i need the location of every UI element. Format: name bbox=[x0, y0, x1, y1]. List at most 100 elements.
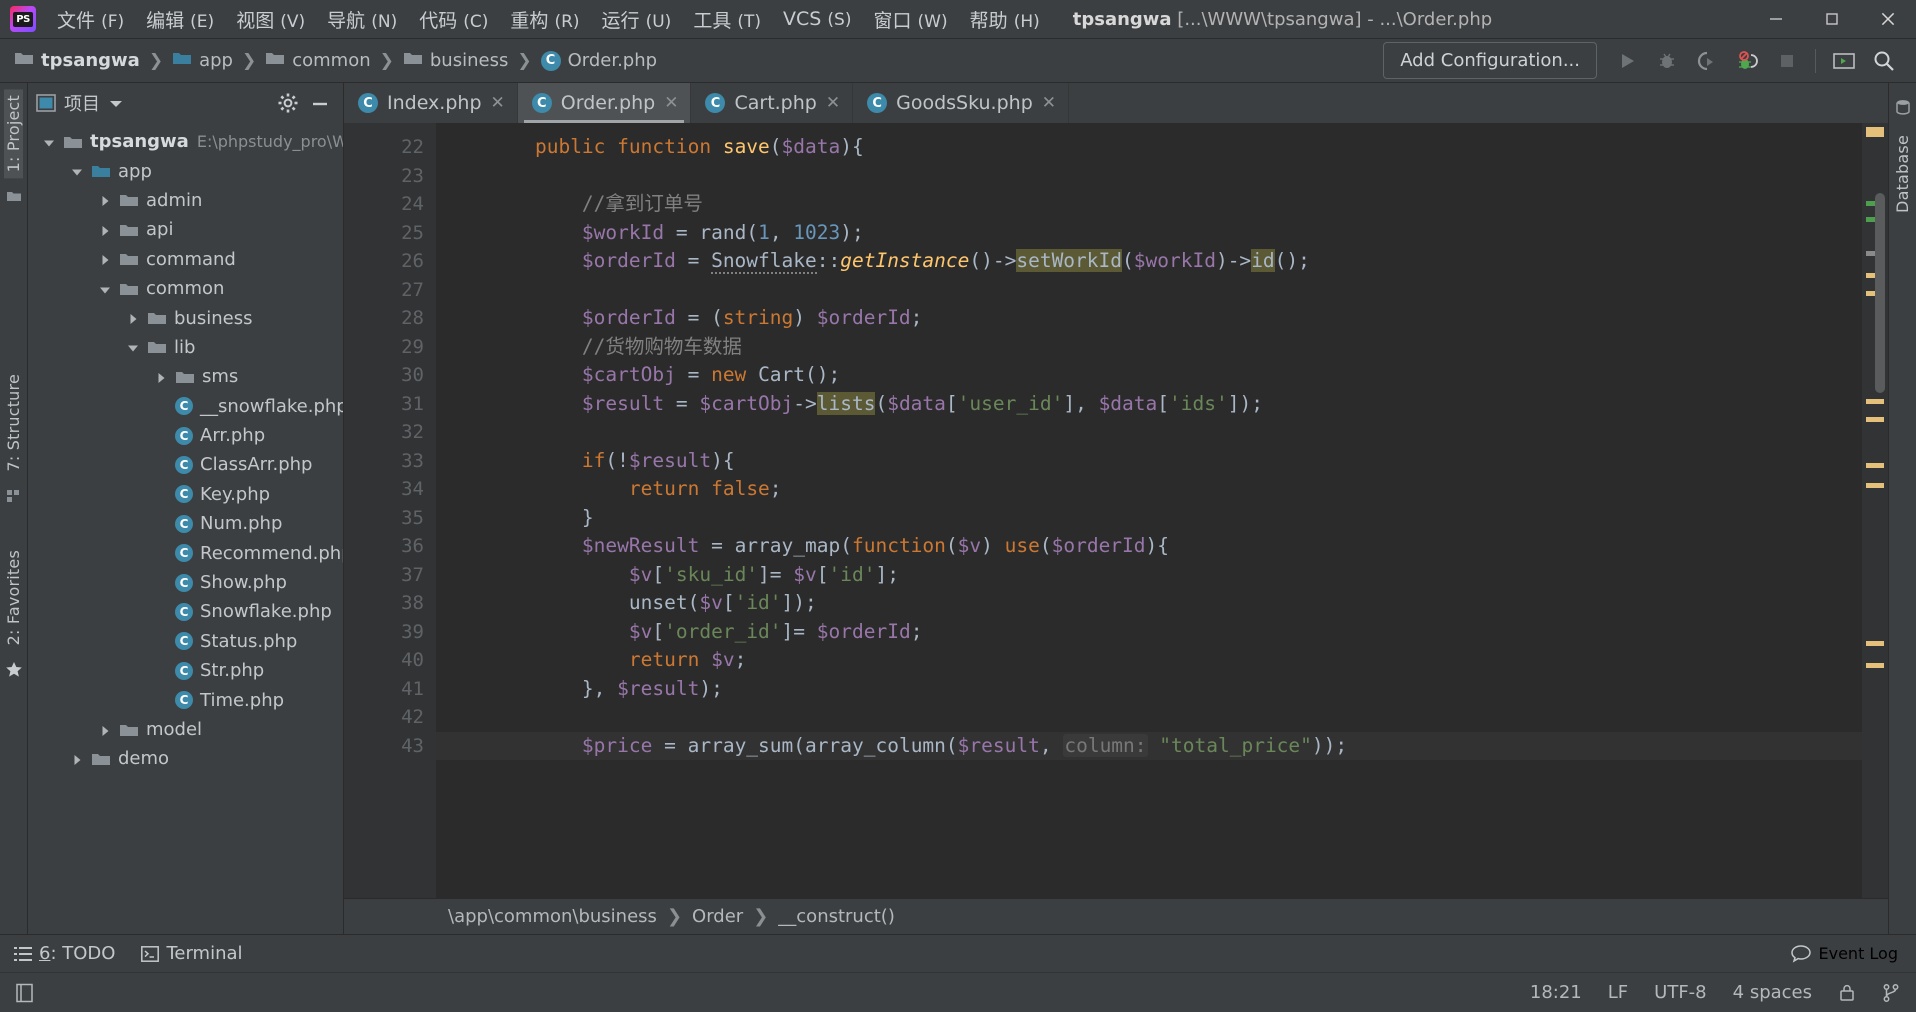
line-number-gutter[interactable]: 22 23 24 25 26 27 28 29 30 31 32 33 34 35 36 37 38 39 40 41… bbox=[344, 123, 464, 898]
menu-item-refactor[interactable]: 重构 (R) bbox=[499, 4, 590, 35]
tree-node-time-php[interactable]: C Time.php bbox=[28, 685, 343, 714]
menu-item-navigate[interactable]: 导航 (N) bbox=[316, 4, 408, 35]
code-line[interactable] bbox=[436, 162, 1862, 191]
chevron-down-icon[interactable] bbox=[70, 163, 86, 179]
code-line[interactable]: $orderId = Snowflake::getInstance()->set… bbox=[436, 247, 1862, 276]
tree-node-recommend-php[interactable]: C Recommend.php bbox=[28, 538, 343, 567]
menu-item-run[interactable]: 运行 (U) bbox=[591, 4, 683, 35]
debug-icon[interactable] bbox=[1647, 44, 1687, 78]
code-line[interactable]: $v['sku_id']= $v['id']; bbox=[436, 561, 1862, 590]
code-line[interactable]: if(!$result){ bbox=[436, 447, 1862, 476]
code-line[interactable] bbox=[436, 703, 1862, 732]
line-number[interactable]: 25 bbox=[344, 219, 436, 248]
marker-warning[interactable] bbox=[1866, 483, 1884, 488]
code-content[interactable]: public function save($data){ //拿到订单号 $wo… bbox=[436, 123, 1862, 898]
tree-node-str-php[interactable]: C Str.php bbox=[28, 656, 343, 685]
code-line[interactable]: $workId = rand(1, 1023); bbox=[436, 219, 1862, 248]
chevron-right-icon[interactable] bbox=[98, 251, 114, 267]
menu-item-file[interactable]: 文件 (F) bbox=[46, 4, 135, 35]
close-icon[interactable]: ✕ bbox=[826, 93, 840, 113]
chevron-down-icon[interactable] bbox=[109, 94, 123, 113]
tree-node-show-php[interactable]: C Show.php bbox=[28, 568, 343, 597]
code-line[interactable]: $price = array_sum(array_column($result,… bbox=[436, 731, 1862, 760]
tree-node-num-php[interactable]: C Num.php bbox=[28, 509, 343, 538]
status-indent[interactable]: 4 spaces bbox=[1733, 982, 1812, 1003]
run-icon[interactable] bbox=[1607, 44, 1647, 78]
line-number[interactable]: 27 bbox=[344, 276, 436, 305]
breadcrumb-item-common[interactable]: common bbox=[265, 50, 371, 71]
chevron-right-icon[interactable] bbox=[70, 751, 86, 767]
stop-icon[interactable] bbox=[1767, 44, 1807, 78]
git-branch-icon[interactable] bbox=[1882, 983, 1900, 1003]
line-number[interactable]: 28 bbox=[344, 304, 436, 333]
line-number[interactable]: 37 bbox=[344, 561, 436, 590]
status-encoding[interactable]: UTF-8 bbox=[1654, 982, 1706, 1003]
commit-icon[interactable] bbox=[6, 188, 22, 208]
maximize-icon[interactable] bbox=[1804, 0, 1860, 38]
chevron-down-icon[interactable] bbox=[126, 339, 142, 355]
chevron-down-icon[interactable] bbox=[42, 134, 58, 150]
tree-node-key-php[interactable]: C Key.php bbox=[28, 480, 343, 509]
terminal-window-icon[interactable] bbox=[1824, 44, 1864, 78]
sidebar-item-project[interactable]: 1: Project bbox=[4, 89, 23, 179]
line-number[interactable]: 40 bbox=[344, 646, 436, 675]
breadcrumb-item-order-php[interactable]: C Order.php bbox=[540, 50, 657, 71]
menu-item-code[interactable]: 代码 (C) bbox=[408, 4, 499, 35]
tree-node-arr-php[interactable]: C Arr.php bbox=[28, 421, 343, 450]
marker-warning[interactable] bbox=[1866, 663, 1884, 668]
line-number[interactable]: 39 bbox=[344, 618, 436, 647]
tree-node-api[interactable]: api bbox=[28, 215, 343, 244]
line-number[interactable]: 43 bbox=[344, 732, 436, 761]
line-number[interactable]: 24 bbox=[344, 190, 436, 219]
search-everywhere-icon[interactable] bbox=[1864, 44, 1904, 78]
database-panel-icon[interactable] bbox=[1895, 99, 1911, 119]
breadcrumb-item-tpsangwa[interactable]: tpsangwa bbox=[14, 50, 140, 71]
chevron-right-icon[interactable] bbox=[98, 222, 114, 238]
menu-item-window[interactable]: 窗口 (W) bbox=[862, 4, 958, 35]
tree-node-command[interactable]: command bbox=[28, 245, 343, 274]
add-configuration-button[interactable]: Add Configuration... bbox=[1383, 42, 1597, 79]
code-line[interactable]: return $v; bbox=[436, 646, 1862, 675]
marker-warning[interactable] bbox=[1866, 417, 1884, 422]
sidebar-item-structure[interactable]: 7: Structure bbox=[4, 368, 23, 478]
editor-tab-cart-php[interactable]: C Cart.php ✕ bbox=[691, 83, 854, 123]
breadcrumb-namespace[interactable]: \app\common\business bbox=[448, 906, 657, 927]
close-icon[interactable] bbox=[1860, 0, 1916, 38]
line-number[interactable]: 22 bbox=[344, 133, 464, 162]
breadcrumb-item-business[interactable]: business bbox=[403, 50, 508, 71]
lock-icon[interactable] bbox=[1838, 983, 1856, 1003]
error-stripe-markers[interactable] bbox=[1862, 123, 1888, 898]
line-number[interactable]: 26 bbox=[344, 247, 436, 276]
chevron-down-icon[interactable] bbox=[98, 281, 114, 297]
tree-node-sms[interactable]: sms bbox=[28, 362, 343, 391]
structure-grid-icon[interactable] bbox=[6, 488, 22, 508]
code-line[interactable]: unset($v['id']); bbox=[436, 589, 1862, 618]
line-number[interactable]: 31 bbox=[344, 390, 436, 419]
marker-warning[interactable] bbox=[1866, 641, 1884, 646]
tree-node-lib[interactable]: lib bbox=[28, 333, 343, 362]
menu-item-tools[interactable]: 工具 (T) bbox=[682, 4, 772, 35]
status-line-separator[interactable]: LF bbox=[1608, 982, 1628, 1003]
tool-window-todo[interactable]: 6: TODO bbox=[14, 943, 115, 964]
menu-item-vcs[interactable]: VCS (S) bbox=[772, 6, 862, 32]
code-line[interactable]: $result = $cartObj->lists($data['user_id… bbox=[436, 390, 1862, 419]
code-line[interactable]: $orderId = (string) $orderId; bbox=[436, 304, 1862, 333]
close-icon[interactable]: ✕ bbox=[1042, 93, 1056, 113]
project-tree[interactable]: tpsangwa E:\phpstudy_pro\W app admin api comm… bbox=[28, 123, 343, 934]
line-number[interactable]: 29 bbox=[344, 333, 436, 362]
code-line[interactable]: $v['order_id']= $orderId; bbox=[436, 618, 1862, 647]
editor-tab-order-php[interactable]: C Order.php ✕ bbox=[517, 83, 692, 123]
code-line[interactable] bbox=[436, 418, 1862, 447]
editor-tab-index-php[interactable]: C Index.php ✕ bbox=[344, 83, 518, 123]
line-number[interactable]: 42 bbox=[344, 703, 436, 732]
line-number[interactable]: 34 bbox=[344, 475, 436, 504]
main-menu[interactable]: 文件 (F) 编辑 (E) 视图 (V) 导航 (N) 代码 (C) 重构 (R… bbox=[46, 4, 1051, 35]
editor-tab-goodssku-php[interactable]: C GoodsSku.php ✕ bbox=[853, 83, 1069, 123]
editor-scrollbar-thumb[interactable] bbox=[1875, 193, 1885, 393]
line-number[interactable]: 23 bbox=[344, 162, 436, 191]
tree-node-app[interactable]: app bbox=[28, 156, 343, 185]
code-line[interactable]: public function save($data){ bbox=[436, 133, 1862, 162]
breadcrumb-class[interactable]: Order bbox=[692, 906, 743, 927]
close-icon[interactable]: ✕ bbox=[491, 93, 505, 113]
code-line[interactable]: $newResult = array_map(function($v) use(… bbox=[436, 532, 1862, 561]
